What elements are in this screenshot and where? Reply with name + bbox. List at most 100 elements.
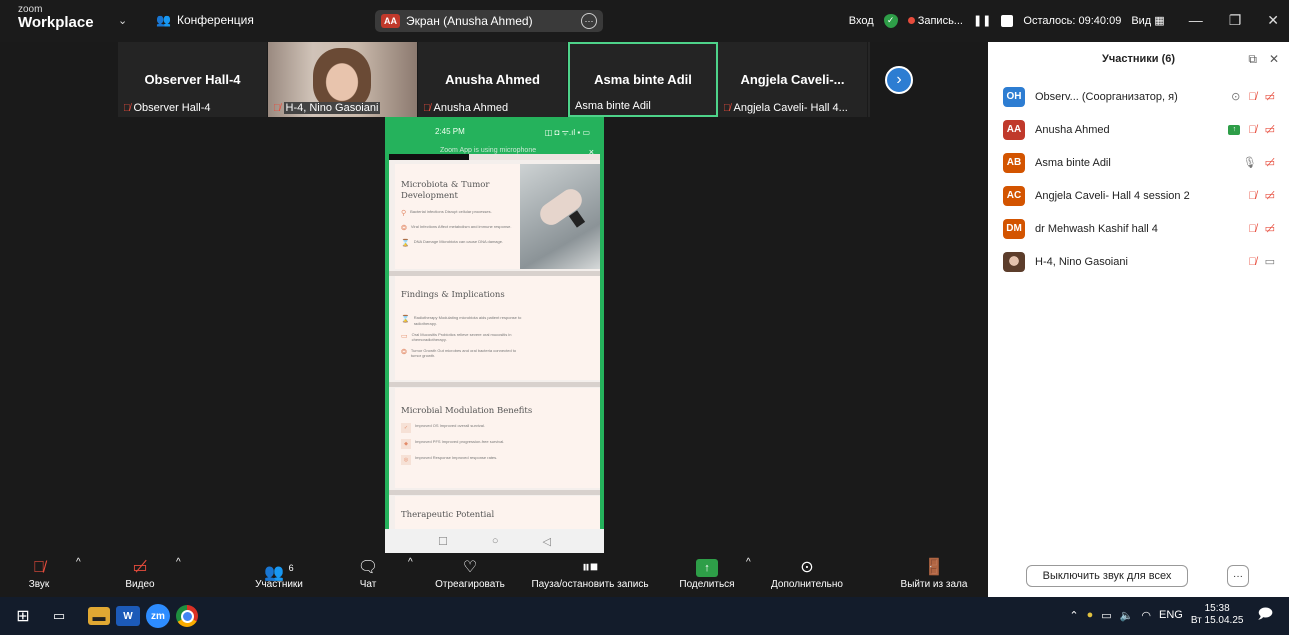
video-off-icon: ▭̸ — [132, 559, 148, 576]
chat-button[interactable]: 🗨 Чат — [354, 557, 382, 590]
close-icon[interactable]: ✕ — [1267, 12, 1279, 29]
record-label: Запись... — [917, 14, 963, 27]
chevron-down-icon[interactable]: ⌄ — [118, 14, 127, 27]
participants-label: Участники — [255, 579, 303, 590]
video-button[interactable]: ▭̸ Видео — [118, 557, 162, 590]
participant-name: Anusha Ahmed — [1035, 123, 1110, 136]
mic-muted-icon: 🎙̸ — [723, 102, 731, 114]
notifications-icon[interactable]: 🗩 — [1257, 603, 1273, 627]
meeting-info-button[interactable]: 👥 Конференция — [156, 13, 254, 27]
video-off-icon[interactable]: ▭̸ — [1265, 156, 1275, 169]
participant-row[interactable]: AA Anusha Ahmed ↑ 🎙̸ ▭̸ — [988, 113, 1289, 146]
tile-name: Angjela Caveli-... — [740, 72, 845, 87]
participants-button[interactable]: 👥 6 Участники — [248, 557, 310, 590]
login-button[interactable]: Вход — [849, 15, 874, 27]
clock[interactable]: 15:38 Вт 15.04.25 — [1191, 603, 1244, 627]
shared-screen: 2:45 PM ◫ ◘ ᯤ.ıl ▪ ▭ Zoom App is using m… — [385, 117, 604, 553]
video-tile[interactable]: Observer Hall-4 🎙̸ Observer Hall-4 — [118, 42, 268, 117]
slide-row: ❂ Tumor Growth Gut microbes and oral bact… — [401, 348, 525, 358]
windows-start-icon[interactable]: ⊞ — [8, 603, 38, 629]
stop-record-icon[interactable] — [1001, 14, 1014, 27]
close-icon[interactable]: ✕ — [1269, 52, 1279, 67]
video-off-icon[interactable]: ▭̸ — [1265, 123, 1275, 136]
minimize-icon[interactable]: — — [1189, 12, 1203, 29]
next-page-arrow-icon[interactable]: › — [885, 66, 913, 94]
video-tile[interactable]: 🎙̸ H-4, Nino Gasoiani — [268, 42, 418, 117]
more-icon[interactable]: ··· — [1227, 565, 1249, 587]
react-button[interactable]: ♡ Отреагировать — [428, 557, 512, 590]
mic-muted-icon[interactable]: 🎙̸ — [1248, 223, 1256, 235]
file-explorer-icon[interactable]: ▬ — [88, 607, 110, 625]
more-icon[interactable]: ··· — [581, 13, 597, 29]
video-off-icon[interactable]: ▭̸ — [1265, 90, 1275, 103]
chrome-icon[interactable] — [176, 605, 198, 627]
volume-icon[interactable]: 🔈 — [1120, 609, 1134, 622]
video-options-caret-icon[interactable]: ^ — [176, 557, 181, 568]
home-icon: ○ — [491, 535, 499, 547]
video-tile[interactable]: Angjela Caveli-... 🎙̸ Angjela Caveli- Hal… — [718, 42, 868, 117]
slide-row: ❂ Viral Infections Affect metabolism and … — [401, 224, 515, 233]
pause-record-icon[interactable]: ❚❚ — [973, 14, 991, 27]
sharer-avatar: AA — [381, 14, 400, 28]
slide-row-text: Tumor Growth Gut microbes and oral bacte… — [410, 348, 517, 359]
video-off-icon[interactable]: ▭̸ — [1265, 222, 1275, 235]
video-label: Видео — [125, 579, 155, 590]
leave-label: Выйти из зала — [900, 579, 968, 590]
participant-row[interactable]: AB Asma binte Adil 🎙 ▭̸ — [988, 146, 1289, 179]
mic-on-icon[interactable]: 🎙 — [1243, 156, 1257, 169]
participant-row[interactable]: DM dr Mehwash Kashif hall 4 🎙̸ ▭̸ — [988, 212, 1289, 245]
view-button[interactable]: Вид ▦ — [1131, 14, 1164, 27]
more-button[interactable]: ⊙ Дополнительно — [762, 557, 852, 590]
mic-muted-icon[interactable]: 🎙̸ — [1248, 91, 1256, 103]
panel-footer: Выключить звук для всех ··· — [988, 555, 1289, 597]
leave-button[interactable]: 🚪 Выйти из зала — [895, 557, 973, 590]
presentation-view: Microbiota & Tumor Development ⚲ Bacteria… — [389, 154, 600, 542]
participant-row[interactable]: H-4, Nino Gasoiani 🎙̸ ▭ — [988, 245, 1289, 278]
record-status[interactable]: Запись... — [907, 14, 963, 27]
mic-muted-icon[interactable]: 🎙̸ — [1248, 256, 1256, 268]
share-options-caret-icon[interactable]: ^ — [746, 557, 751, 568]
slide-row: ▭ Oral Mucositis Probiotics relieve sever… — [401, 332, 525, 342]
wifi-icon[interactable]: ◠ — [1141, 609, 1151, 622]
tile-footer-name: Asma binte Adil — [575, 100, 651, 112]
security-shield-icon[interactable]: ✓ — [883, 13, 898, 28]
tray-expand-icon[interactable]: ⌃ — [1069, 609, 1078, 622]
title-bar-right: Вход ✓ Запись... ❚❚ Осталось: 09:40:09 В… — [849, 12, 1279, 29]
restore-icon[interactable]: ❐ — [1229, 12, 1242, 29]
mic-muted-icon[interactable]: 🎙̸ — [1248, 190, 1256, 202]
tile-footer: 🎙̸ Observer Hall-4 — [123, 102, 211, 114]
recording-icon: ⊙ — [1231, 91, 1241, 103]
language-indicator[interactable]: ENG — [1159, 609, 1183, 621]
participant-name: Asma binte Adil — [1035, 156, 1111, 169]
record-dot-icon — [907, 16, 915, 24]
tray-app-icon[interactable]: ● — [1087, 609, 1094, 621]
pop-out-icon[interactable]: ⧉ — [1248, 52, 1257, 67]
slide-row: ⌛ Radiotherapy Modulating microbiota aids… — [401, 315, 525, 325]
audio-button[interactable]: 🎙̸ Звук — [18, 557, 60, 590]
participant-row[interactable]: OH Observ... (Соорганизатор, я) ⊙ 🎙̸ ▭̸ — [988, 80, 1289, 113]
video-tile[interactable]: Anusha Ahmed 🎙̸ Anusha Ahmed — [418, 42, 568, 117]
video-strip: Observer Hall-4 🎙̸ Observer Hall-4 🎙̸ H-4,… — [118, 42, 870, 117]
screen-share-pill[interactable]: AA Экран (Anusha Ahmed) ··· — [375, 10, 603, 32]
battery-icon[interactable]: ▭ — [1101, 609, 1111, 622]
participant-row[interactable]: AC Angjela Caveli- Hall 4 session 2 🎙̸ ▭̸ — [988, 179, 1289, 212]
participant-icons: 🎙̸ ▭ — [1248, 255, 1275, 269]
video-off-icon[interactable]: ▭̸ — [1265, 189, 1275, 202]
pause-record-button[interactable]: ⏸⏹ Пауза/остановить запись — [522, 557, 658, 590]
word-icon[interactable]: W — [116, 606, 140, 626]
share-button[interactable]: ↑ Поделиться — [677, 557, 737, 590]
chat-options-caret-icon[interactable]: ^ — [408, 557, 413, 568]
hourglass-icon: ⌛ — [401, 316, 410, 324]
back-icon: ◁ — [542, 535, 551, 548]
mute-all-button[interactable]: Выключить звук для всех — [1026, 565, 1188, 587]
zoom-app-icon[interactable]: zm — [146, 604, 170, 628]
screen-share-title: Экран (Anusha Ahmed) — [406, 14, 533, 28]
video-tile-active-speaker[interactable]: Asma binte Adil Asma binte Adil — [568, 42, 718, 117]
tile-footer: 🎙̸ H-4, Nino Gasoiani — [273, 102, 381, 114]
dna-icon: ⌛ — [401, 240, 410, 248]
window-controls: — ❐ ✕ — [1189, 12, 1279, 29]
audio-options-caret-icon[interactable]: ^ — [76, 557, 81, 568]
mic-muted-icon[interactable]: 🎙̸ — [1248, 124, 1256, 136]
video-on-icon[interactable]: ▭ — [1265, 255, 1275, 268]
task-view-icon[interactable]: ▭ — [44, 603, 74, 629]
